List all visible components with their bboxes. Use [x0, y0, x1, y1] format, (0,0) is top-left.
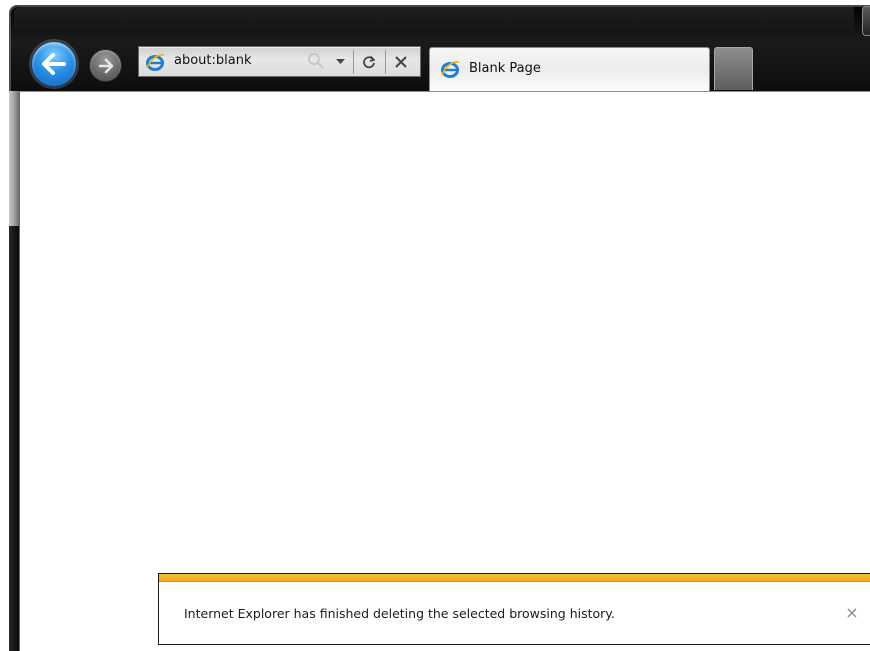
tab-blank-page[interactable]: Blank Page	[429, 47, 710, 92]
notification-bar: Internet Explorer has finished deleting …	[158, 573, 870, 645]
title-bar	[14, 7, 854, 33]
stop-button[interactable]	[390, 52, 412, 72]
chevron-down-icon	[335, 59, 345, 64]
back-arrow-icon	[42, 53, 66, 75]
address-separator	[385, 50, 386, 74]
refresh-icon	[363, 55, 375, 69]
ie-logo-icon	[146, 54, 165, 71]
address-dropdown-button[interactable]	[332, 53, 348, 71]
browser-window: about:blank Blank Page Internet Explorer…	[0, 0, 870, 651]
ie-logo-icon	[441, 61, 460, 78]
back-button[interactable]	[31, 41, 77, 87]
forward-button[interactable]	[89, 49, 122, 82]
notification-accent-strip	[159, 574, 870, 582]
address-input[interactable]: about:blank	[174, 53, 252, 68]
search-icon	[308, 53, 324, 69]
address-bar[interactable]: about:blank	[138, 46, 421, 77]
caption-button-edge[interactable]	[862, 6, 870, 36]
page-content[interactable]	[19, 91, 870, 651]
close-icon: ×	[845, 602, 859, 622]
notification-message: Internet Explorer has finished deleting …	[184, 606, 615, 621]
window-left-border-highlight	[9, 91, 19, 226]
refresh-button[interactable]	[358, 52, 380, 72]
close-icon	[395, 56, 407, 68]
notification-close-button[interactable]: ×	[843, 602, 861, 622]
tab-label: Blank Page	[469, 61, 541, 76]
address-separator	[353, 50, 354, 74]
forward-arrow-icon	[98, 58, 113, 73]
new-tab-button[interactable]	[714, 47, 753, 90]
